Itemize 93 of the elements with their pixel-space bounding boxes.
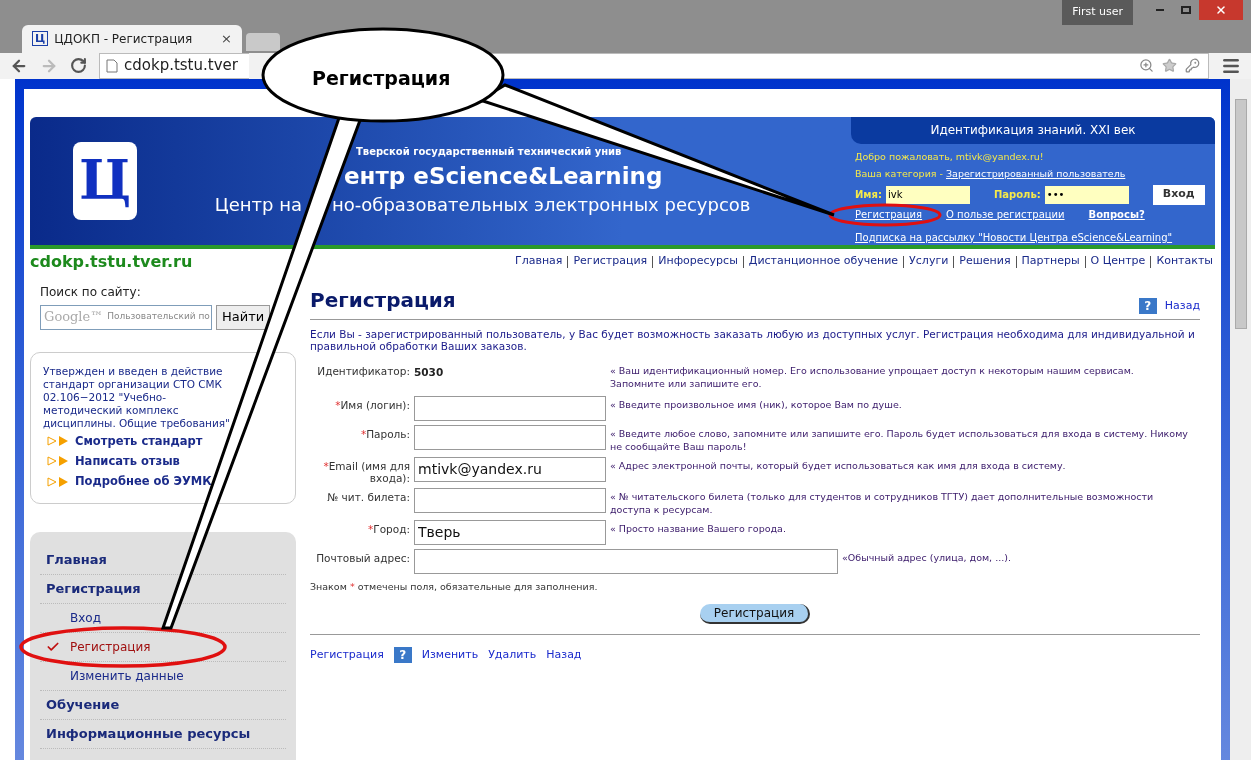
- site-domain: cdokp.tstu.tver.ru: [30, 250, 193, 273]
- nav-link[interactable]: Решения: [959, 253, 1011, 270]
- password-field[interactable]: •••: [1044, 185, 1129, 204]
- search-button[interactable]: Найти: [216, 304, 271, 330]
- nav-link[interactable]: Дистанционное обучение: [748, 253, 899, 270]
- address-field[interactable]: [414, 548, 838, 574]
- field-hint: « Ваш идентификационный номер. Его использование упрощает доступ к некоторым нашим сервисам. Запомните или запишите его.: [609, 363, 1135, 390]
- page-icon: [106, 58, 118, 73]
- form-field[interactable]: [414, 395, 606, 421]
- nav-link[interactable]: Контакты: [1156, 253, 1213, 270]
- intro-text: Если Вы - зарегистрированный пользователь, у Вас будет возможность заказать любую из доступных услуг. Регистрация необходима для индивидуальной и правильной обработки Ваших заказов.: [310, 327, 1196, 352]
- form-field[interactable]: [414, 487, 606, 513]
- form-field[interactable]: Тверь: [414, 519, 606, 545]
- search-field[interactable]: Google™ Пользовательский по: [40, 304, 212, 330]
- category-link[interactable]: Зарегистрированный пользователь: [946, 167, 1126, 182]
- footer-link[interactable]: Регистрация: [310, 646, 384, 664]
- notice-link[interactable]: Написать отзыв: [75, 452, 180, 470]
- double-triangle-icon: [47, 456, 69, 467]
- submenu-item[interactable]: Регистрация: [40, 632, 286, 662]
- field-label: *Город:: [367, 521, 411, 535]
- address-bar[interactable]: cdokp.tstu.tver: [99, 52, 249, 79]
- tab-favicon: Ц: [32, 31, 49, 46]
- field-hint: « Просто название Вашего города.: [609, 521, 787, 535]
- double-triangle-icon: [47, 476, 69, 487]
- field-label: Почтовый адрес:: [315, 550, 411, 564]
- notice-link[interactable]: Подробнее об ЭУМК: [75, 473, 212, 491]
- header-link[interactable]: Регистрация: [855, 207, 923, 222]
- footer-link[interactable]: Изменить: [421, 646, 479, 664]
- help-icon[interactable]: ?: [1138, 298, 1157, 315]
- key-icon[interactable]: [1185, 58, 1200, 73]
- password-label: Пароль:: [993, 188, 1041, 202]
- star-icon[interactable]: [1162, 58, 1177, 73]
- identifier-value: 5030: [414, 364, 445, 380]
- center-subtitle: но-образовательных электронных ресурсов: [332, 193, 751, 217]
- field-hint: « № читательского билета (только для студентов и сотрудников ТГТУ) дает дополнительные возможности доступа к ресурсам.: [609, 489, 1155, 516]
- field-hint: « Введите произвольное имя (ник), которое Вам по душе.: [609, 397, 903, 411]
- menu-item[interactable]: Обучение: [40, 690, 286, 720]
- required-note: Знаком * отмечены поля, обязательные для заполнения.: [310, 579, 599, 594]
- menu-item[interactable]: Информационные ресурсы: [40, 719, 286, 749]
- submenu-item[interactable]: Изменить данные: [40, 661, 286, 691]
- nav-link[interactable]: Услуги: [909, 253, 949, 270]
- panel-title-bar: Идентификация знаний. XXI век: [851, 116, 1215, 144]
- center-subtitle: Центр на: [213, 193, 302, 217]
- page-title: Регистрация: [310, 286, 456, 314]
- notice-text: Утвержден и введен в действие стандарт организации СТО СМК 02.106−2012 "Учебно-методический комплекс дисциплины. Общие требования": [43, 364, 231, 430]
- center-title: ентр eScience&Learning: [344, 161, 663, 191]
- reload-icon[interactable]: [70, 57, 87, 74]
- field-hint: « Введите любое слово, запомните или запишите его. Пароль будет использоваться для входа в систему. Никому не сообщайте Ваш пароль!: [609, 426, 1189, 453]
- user-label: First user: [1062, 0, 1133, 25]
- login-button[interactable]: Вход: [1152, 184, 1205, 205]
- field-label: *Email (имя для входа):: [322, 458, 411, 484]
- footer-link[interactable]: Назад: [546, 646, 582, 664]
- tab-title: ЦДОКП - Регистрация: [54, 30, 194, 48]
- form-field[interactable]: mtivk@yandex.ru: [414, 456, 606, 482]
- register-button[interactable]: Регистрация: [699, 603, 811, 624]
- welcome-text: Добро пожаловать, mtivk@yandex.ru!: [855, 150, 1045, 164]
- notice-link[interactable]: Смотреть стандарт: [75, 432, 203, 450]
- subscribe-link[interactable]: Подписка на рассылку "Новости Центра eScience&Learning": [855, 229, 1215, 245]
- zoom-icon[interactable]: [1139, 58, 1154, 73]
- back-link[interactable]: Назад: [1164, 298, 1200, 315]
- field-label: Идентификатор:: [316, 363, 411, 377]
- header-link[interactable]: О пользе регистрации: [946, 207, 1065, 222]
- field-label: № чит. билета:: [326, 489, 411, 503]
- field-label: *Пароль:: [359, 426, 411, 440]
- field-hint: « Адрес электронной почты, который будет использоваться как имя для входа в систему.: [609, 458, 1067, 472]
- category-label: Ваша категория -: [855, 167, 943, 182]
- close-button[interactable]: [1199, 0, 1243, 20]
- help-icon[interactable]: ?: [393, 647, 412, 663]
- footer-link[interactable]: Удалить: [488, 646, 537, 664]
- browser-tab[interactable]: Ц ЦДОКП - Регистрация ×: [22, 24, 242, 53]
- name-field[interactable]: ivk: [885, 185, 970, 204]
- callout-text: Регистрация: [312, 66, 451, 91]
- nav-link[interactable]: О Центре: [1090, 253, 1146, 270]
- search-label: Поиск по сайту:: [39, 283, 142, 301]
- scrollbar[interactable]: [1230, 78, 1251, 760]
- site-logo: Ц: [73, 141, 137, 220]
- questions-link[interactable]: Вопросы?: [1088, 207, 1145, 222]
- field-hint: «Обычный адрес (улица, дом, ...).: [841, 550, 1011, 564]
- university-name: Тверской государственный технический унив: [356, 144, 622, 159]
- name-label: Имя:: [855, 188, 882, 202]
- url-text: cdokp.tstu.tver: [124, 55, 238, 77]
- search-brand: Google™: [44, 308, 104, 327]
- nav-link[interactable]: Регистрация: [573, 253, 648, 270]
- nav-link[interactable]: Главная: [514, 253, 563, 270]
- tab-close-icon[interactable]: ×: [221, 28, 232, 49]
- close-icon: [1215, 4, 1227, 16]
- form-field[interactable]: [414, 424, 606, 450]
- search-placeholder: Пользовательский по: [107, 310, 210, 324]
- nav-link[interactable]: Инфоресурсы: [658, 253, 738, 270]
- field-label: *Имя (логин):: [334, 397, 411, 411]
- double-triangle-icon: [47, 436, 69, 447]
- nav-link[interactable]: Партнеры: [1021, 253, 1080, 270]
- new-tab-button[interactable]: [246, 32, 280, 51]
